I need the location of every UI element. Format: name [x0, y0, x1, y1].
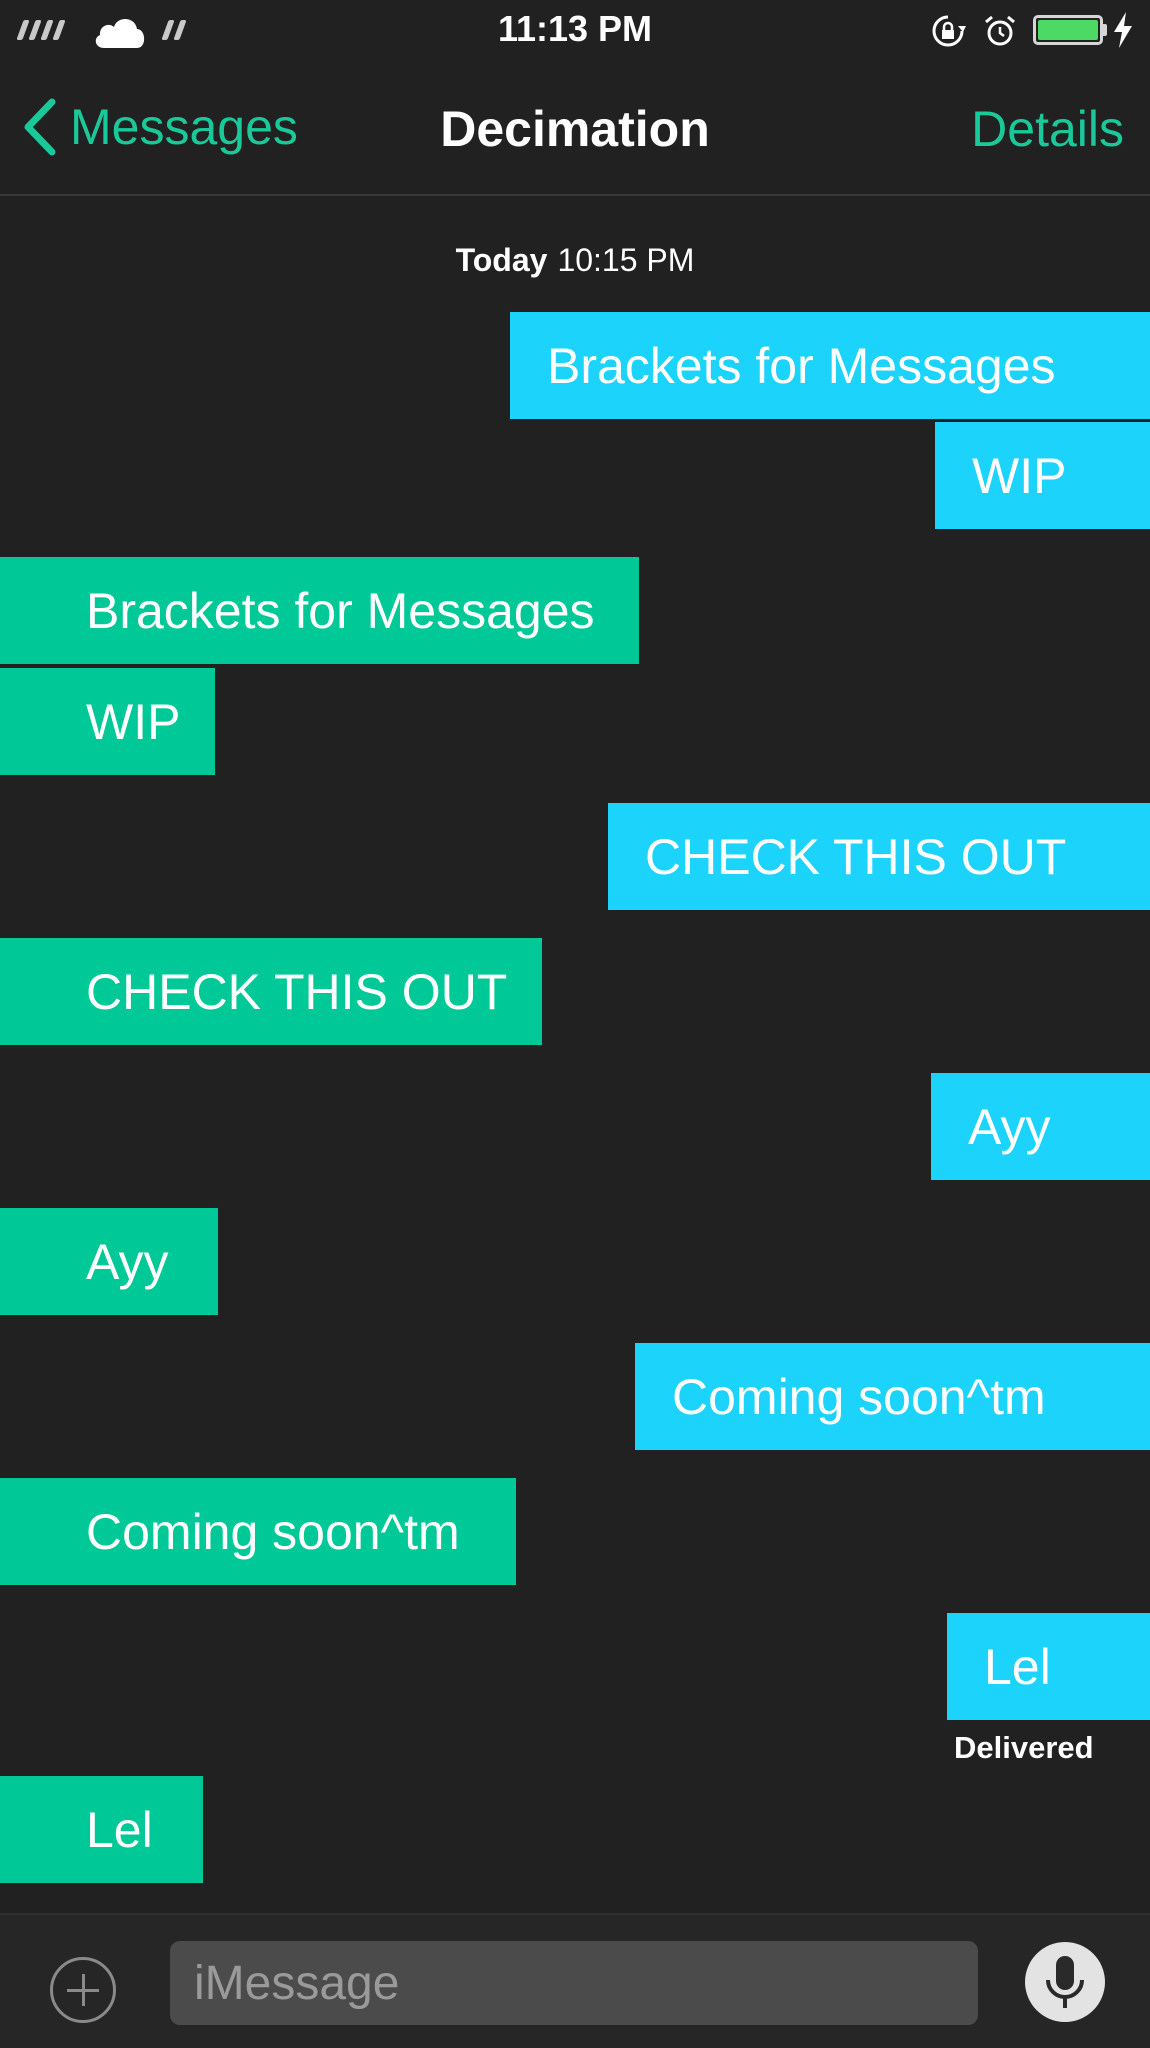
message-bubble-incoming[interactable]: CHECK THIS OUT: [0, 938, 542, 1045]
orientation-lock-icon: [932, 15, 966, 47]
message-bubble-incoming[interactable]: Ayy: [0, 1208, 218, 1315]
status-time: 11:13 PM: [497, 8, 653, 49]
conversation-timestamp: Today 10:15 PM: [0, 242, 1150, 279]
message-bubble-outgoing[interactable]: Lel: [947, 1613, 1150, 1720]
battery-level: [1038, 20, 1098, 40]
message-bubble-incoming[interactable]: Coming soon^tm: [0, 1478, 516, 1585]
message-text: Coming soon^tm: [86, 1503, 460, 1560]
alarm-icon: [985, 15, 1015, 46]
details-button[interactable]: Details: [971, 100, 1124, 158]
message-bubble-incoming[interactable]: WIP: [0, 668, 215, 775]
message-bubble-outgoing[interactable]: Coming soon^tm: [635, 1343, 1150, 1450]
timestamp-time: 10:15 PM: [557, 242, 695, 278]
microphone-icon: [1046, 1956, 1084, 2008]
message-bubble-incoming[interactable]: Lel: [0, 1776, 203, 1883]
message-bubble-outgoing[interactable]: WIP: [935, 422, 1150, 529]
message-text: WIP: [86, 693, 181, 750]
message-text: Ayy: [86, 1233, 169, 1290]
message-text: Brackets for Messages: [86, 582, 595, 639]
charging-bolt-icon: [1114, 12, 1132, 48]
message-text: Coming soon^tm: [672, 1368, 1046, 1425]
microphone-button[interactable]: [1025, 1942, 1105, 2022]
message-text: Ayy: [968, 1098, 1051, 1155]
message-text: WIP: [972, 447, 1067, 504]
message-input-bar: [0, 1913, 1150, 2048]
delivered-status: Delivered: [954, 1730, 1094, 1765]
message-text: CHECK THIS OUT: [645, 828, 1067, 885]
status-bar: 11:13 PM: [0, 0, 1150, 62]
message-text: Brackets for Messages: [547, 337, 1056, 394]
battery-icon: [1033, 15, 1103, 45]
message-input[interactable]: [170, 1941, 978, 2025]
message-bubble-outgoing[interactable]: Ayy: [931, 1073, 1150, 1180]
message-text: Lel: [984, 1638, 1051, 1695]
battery-tip: [1103, 24, 1107, 36]
add-attachment-button[interactable]: [50, 1957, 116, 2023]
message-bubble-outgoing[interactable]: CHECK THIS OUT: [608, 803, 1150, 910]
message-text: Lel: [86, 1801, 153, 1858]
message-bubble-incoming[interactable]: Brackets for Messages: [0, 557, 639, 664]
nav-bar: Messages Decimation Details: [0, 62, 1150, 196]
message-text: CHECK THIS OUT: [86, 963, 508, 1020]
timestamp-day: Today: [455, 242, 548, 278]
message-bubble-outgoing[interactable]: Brackets for Messages: [510, 312, 1150, 419]
